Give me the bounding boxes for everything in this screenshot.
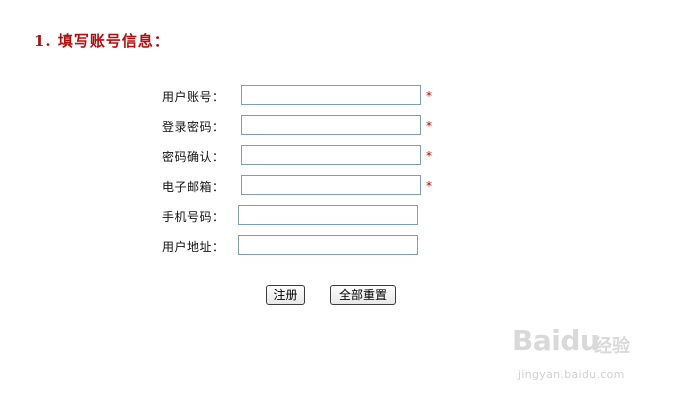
password-label: 登录密码： [162, 120, 225, 134]
required-marker: * [426, 179, 432, 193]
section-title: 1. 填写账号信息： [34, 32, 170, 50]
address-label: 用户地址： [162, 240, 225, 254]
required-marker: * [426, 149, 432, 163]
form-row-password: 登录密码： * [0, 115, 674, 137]
baidu-jingyan-watermark: Baidu 经验 jingyan.baidu.com [512, 324, 662, 386]
address-input[interactable] [238, 235, 418, 255]
register-button[interactable]: 注册 [266, 285, 305, 305]
email-label: 电子邮箱： [162, 180, 225, 194]
reset-all-button[interactable]: 全部重置 [330, 285, 396, 305]
phone-label: 手机号码： [162, 210, 225, 224]
phone-input[interactable] [238, 205, 418, 225]
form-row-email: 电子邮箱： * [0, 175, 674, 197]
required-marker: * [426, 89, 432, 103]
watermark-product: 经验 [594, 336, 630, 357]
username-input[interactable] [241, 85, 421, 105]
form-row-phone: 手机号码： [0, 205, 674, 227]
username-label: 用户账号： [162, 90, 225, 104]
required-marker: * [426, 119, 432, 133]
form-row-address: 用户地址： [0, 235, 674, 257]
form-row-username: 用户账号： * [0, 85, 674, 107]
confirm-password-input[interactable] [241, 145, 421, 165]
email-input[interactable] [241, 175, 421, 195]
registration-page: 1. 填写账号信息： 用户账号： * 登录密码： * 密码确认： * 电子邮箱：… [0, 0, 674, 400]
confirm-password-label: 密码确认： [162, 150, 225, 164]
password-input[interactable] [241, 115, 421, 135]
form-row-confirm-password: 密码确认： * [0, 145, 674, 167]
watermark-logo: Baidu [512, 324, 600, 357]
watermark-url: jingyan.baidu.com [518, 368, 625, 381]
